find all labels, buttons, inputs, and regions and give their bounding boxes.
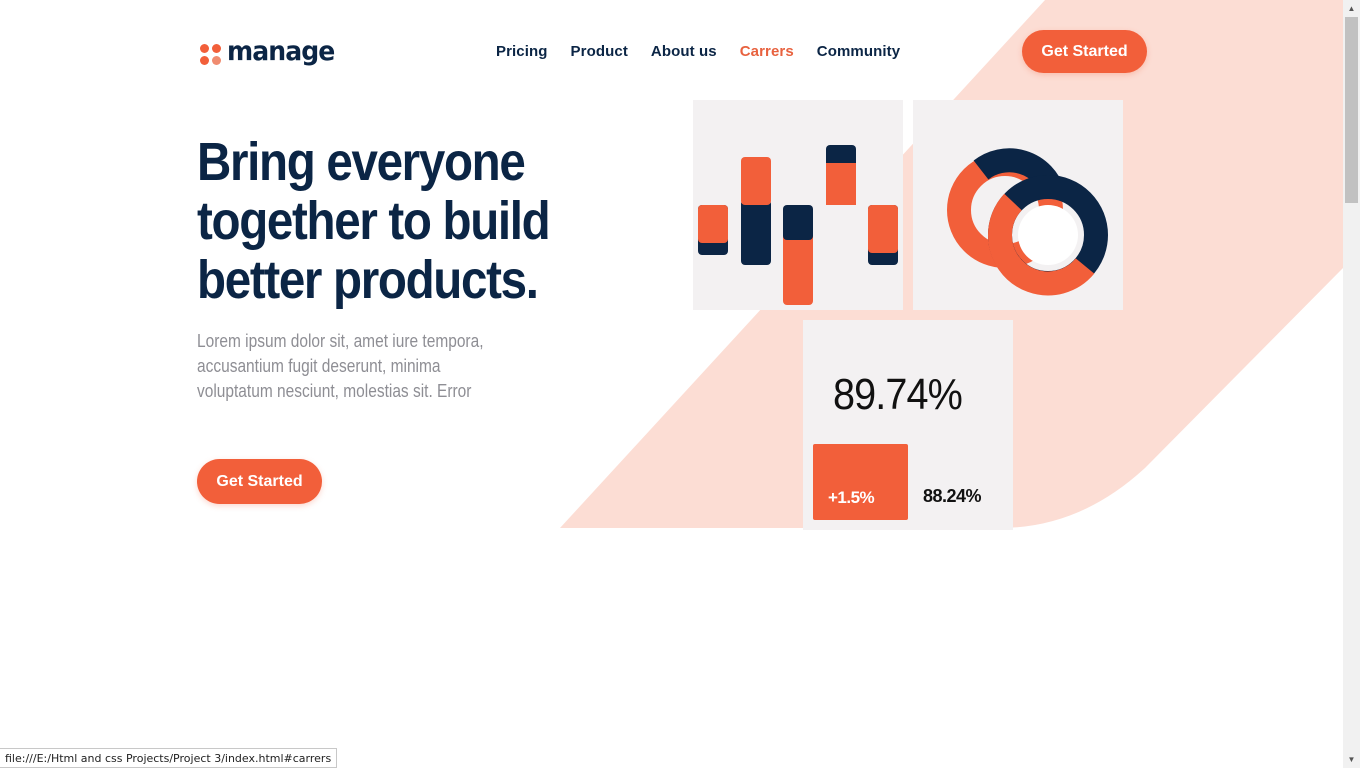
arrow-up-icon[interactable]: ▲	[1343, 0, 1360, 17]
link-status-bar: file:///E:/Html and css Projects/Project…	[0, 748, 338, 768]
donut-illustration-card	[913, 100, 1123, 310]
vertical-scrollbar[interactable]: ▲ ▼	[1343, 0, 1360, 768]
four-dots-icon	[199, 40, 223, 65]
bar-1-orange	[698, 205, 728, 243]
nav-item-product[interactable]: Product	[571, 43, 628, 60]
nav-item-about-us[interactable]: About us	[651, 43, 717, 60]
hero-description: Lorem ipsum dolor sit, amet iure tempora…	[197, 331, 484, 401]
scrollbar-thumb[interactable]	[1345, 17, 1358, 203]
donuts-illustration	[947, 148, 1108, 296]
nav-item-carrers[interactable]: Carrers	[740, 43, 794, 60]
header-get-started-button[interactable]: Get Started	[1022, 30, 1147, 73]
nav-item-pricing[interactable]: Pricing	[496, 43, 548, 60]
bars-illustration	[698, 145, 898, 305]
bar-3-dark	[783, 205, 813, 240]
hero-get-started-button[interactable]: Get Started	[197, 459, 322, 504]
bar-5-orange	[868, 205, 898, 253]
stat-secondary-value: 88.24%	[923, 486, 982, 506]
hero-title: Bring everyone together to build better …	[197, 132, 551, 310]
bar-2-orange	[741, 157, 771, 205]
stat-change-box: +1.5%	[813, 444, 908, 520]
donut-hole	[1018, 205, 1078, 265]
nav-item-community[interactable]: Community	[817, 43, 900, 60]
arrow-down-icon[interactable]: ▼	[1343, 751, 1360, 768]
bar-4-orange	[826, 163, 856, 205]
bar-illustration-card	[693, 100, 903, 310]
main-nav: Pricing Product About us Carrers Communi…	[496, 43, 900, 60]
logo-text: manage	[227, 36, 335, 67]
stat-main-value: 89.74%	[833, 370, 963, 419]
logo[interactable]: manage	[199, 36, 342, 67]
bar-2-dark	[741, 200, 771, 265]
stats-card: 89.74% +1.5% 88.24%	[803, 320, 1013, 530]
stat-change-value: +1.5%	[828, 488, 875, 507]
